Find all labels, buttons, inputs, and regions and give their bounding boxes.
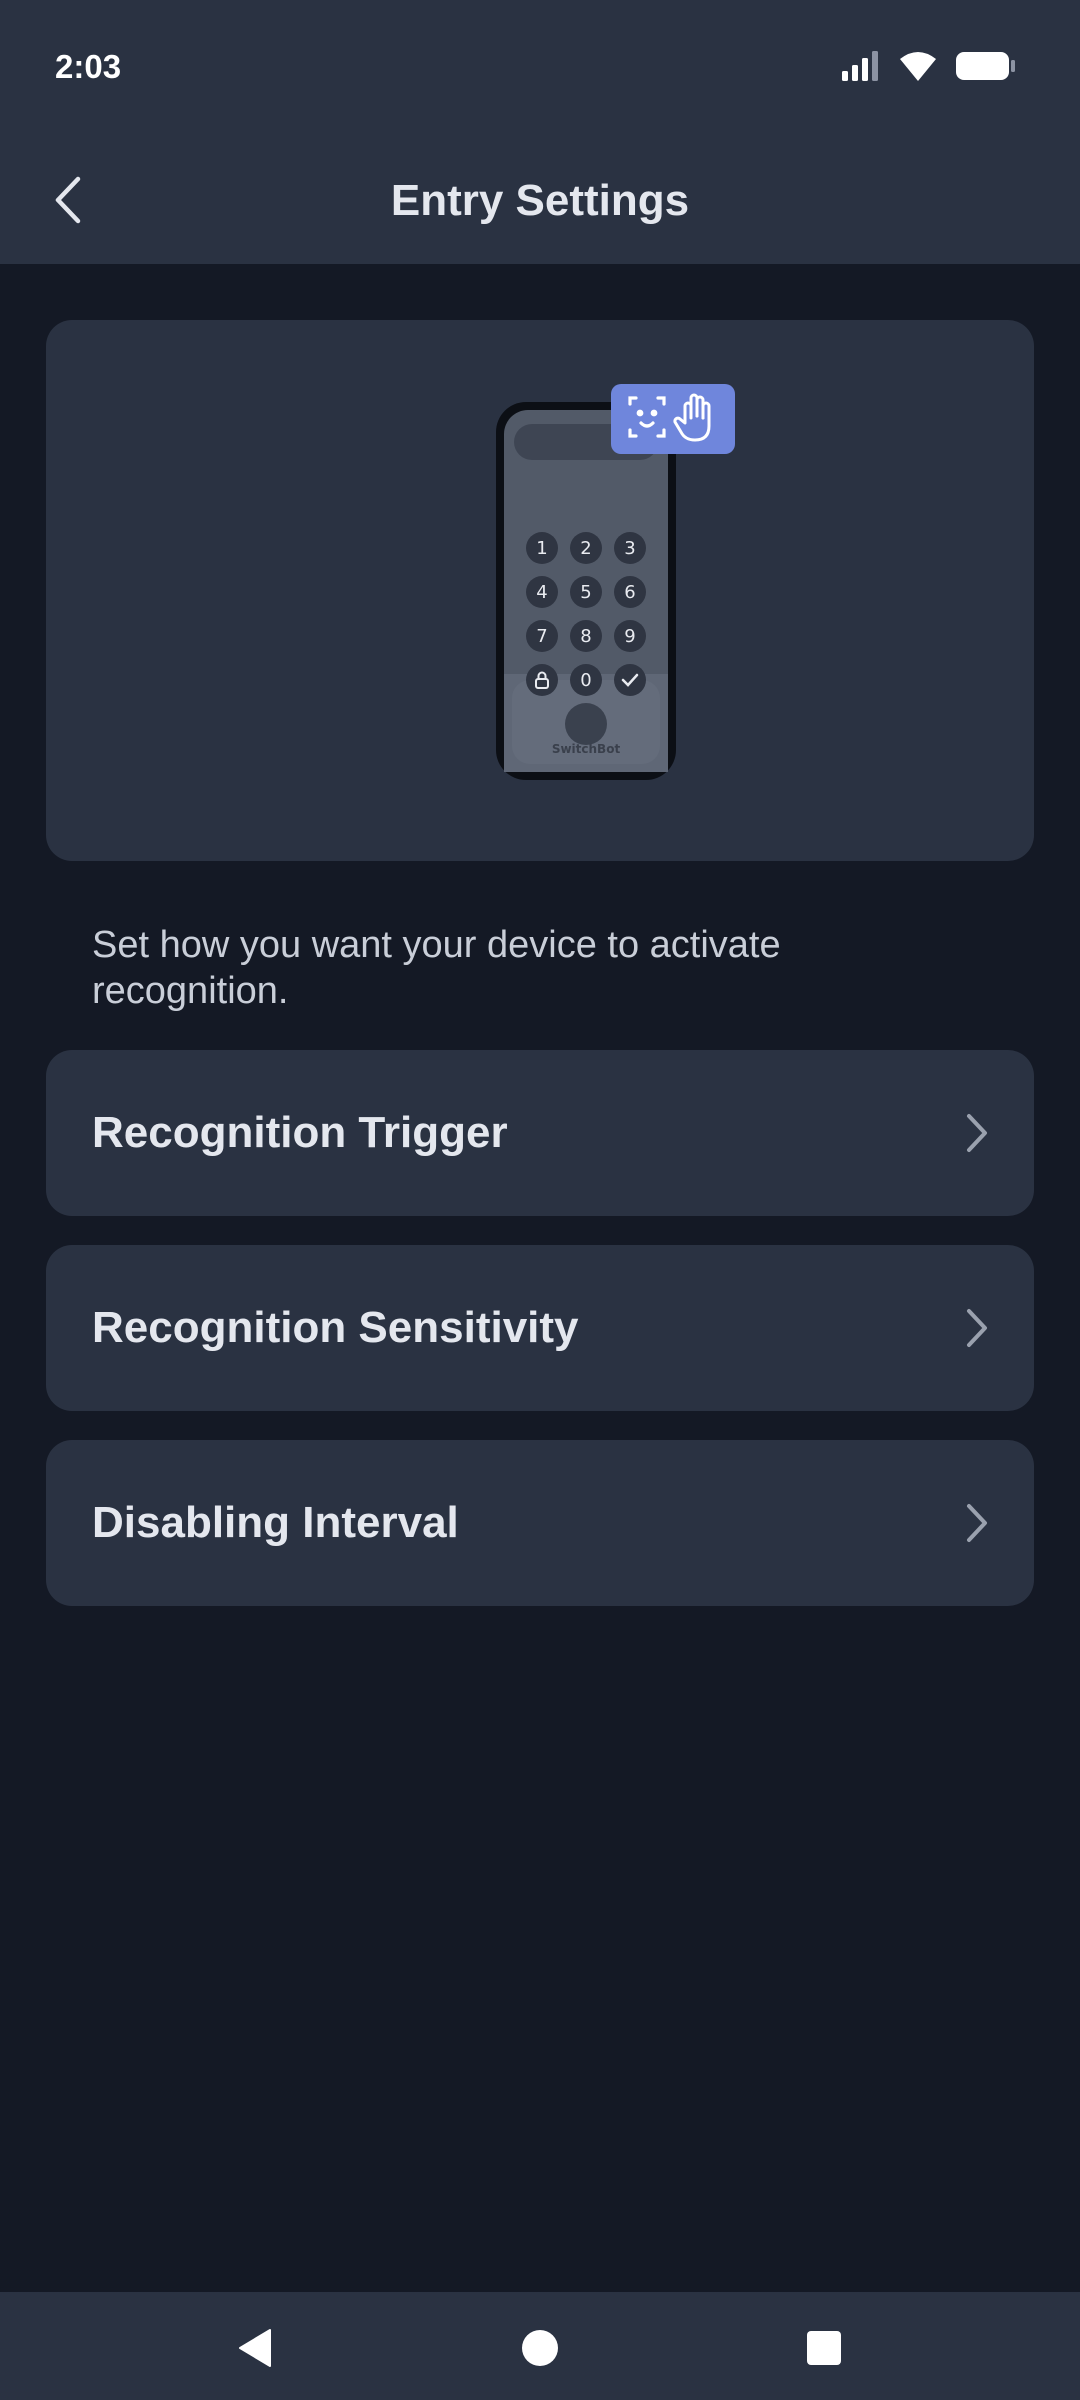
app-bar: Entry Settings (0, 136, 1080, 264)
recognition-trigger-row[interactable]: Recognition Trigger (46, 1050, 1034, 1216)
fingerprint-sensor (565, 703, 607, 745)
description-text: Set how you want your device to activate… (92, 924, 781, 1012)
key-8: 8 (580, 626, 591, 647)
key-6: 6 (624, 582, 635, 603)
battery-icon (956, 52, 1015, 80)
recognition-badge (611, 384, 735, 454)
key-7: 7 (536, 626, 547, 647)
chevron-right-icon (964, 1307, 990, 1349)
key-5: 5 (580, 582, 591, 603)
menu-item-label: Recognition Trigger (92, 1108, 508, 1157)
nav-recents-button[interactable] (796, 2320, 852, 2376)
menu-item-label: Disabling Interval (92, 1498, 459, 1547)
key-1: 1 (536, 538, 547, 559)
key-9: 9 (624, 626, 635, 647)
chevron-right-icon (964, 1112, 990, 1154)
wifi-icon (900, 52, 936, 81)
system-nav-bar (0, 2292, 1080, 2400)
hero-card: 1 2 3 4 5 6 7 8 9 0 SwitchBot (46, 320, 1034, 861)
nav-back-button[interactable] (228, 2320, 284, 2376)
key-4: 4 (536, 582, 547, 603)
disabling-interval-row[interactable]: Disabling Interval (46, 1440, 1034, 1606)
signal-icon (842, 51, 878, 81)
status-time: 2:03 (55, 48, 122, 85)
chevron-right-icon (964, 1502, 990, 1544)
status-icons (840, 50, 1016, 82)
brand-label: SwitchBot (552, 742, 621, 756)
status-bar: 2:03 (0, 0, 1080, 136)
back-nav-icon (239, 2329, 271, 2367)
menu-item-label: Recognition Sensitivity (92, 1303, 579, 1352)
key-3: 3 (624, 538, 635, 559)
home-nav-icon (522, 2330, 558, 2366)
smart-lock-keypad-illustration: 1 2 3 4 5 6 7 8 9 0 SwitchBot (496, 384, 735, 780)
recognition-sensitivity-row[interactable]: Recognition Sensitivity (46, 1245, 1034, 1411)
recents-nav-icon (807, 2331, 841, 2365)
nav-home-button[interactable] (512, 2320, 568, 2376)
key-0: 0 (580, 670, 591, 691)
page-title: Entry Settings (390, 176, 690, 225)
key-2: 2 (580, 538, 591, 559)
